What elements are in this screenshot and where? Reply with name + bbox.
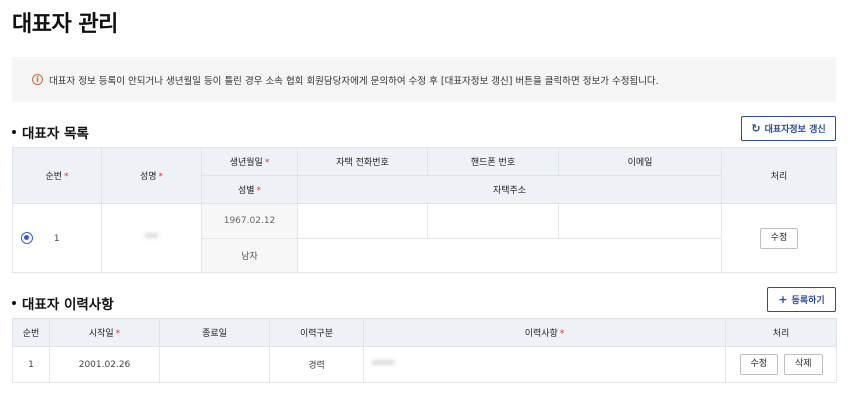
row-address [297,238,722,273]
col-address: 자택주소 [297,175,722,204]
hist-col-history: 이력사항 * [363,318,726,347]
page-title: 대표자 관리 [12,12,118,37]
col-birth: 생년월일 * [201,147,298,176]
rep-list-title: 대표자 목록 [12,122,89,142]
hist-col-type: 이력구분 [269,318,364,347]
row-gender: 남자 [201,238,298,273]
hist-row-action: 수정 삭제 [725,346,837,383]
row-action: 수정 [721,203,837,273]
col-mobile: 핸드폰 번호 [427,147,559,176]
bullet-icon [12,301,16,305]
bullet-icon [12,130,16,134]
hist-col-seq: 순번 [12,318,50,347]
hist-delete-button[interactable]: 삭제 [783,354,823,375]
rep-list-table: 순번 * 성명 * 생년월일 * 자택 전화번호 핸드폰 번호 이메일 처리 성별 * … [12,147,837,273]
col-gender: 성별 * [201,175,298,204]
row-home-phone [297,203,428,239]
rep-history-title: 대표자 이력사항 [12,293,114,313]
row-mobile [427,203,559,239]
refresh-button-label: 대표자정보 갱신 [764,125,826,135]
table-row[interactable]: 1 *** 1967.02.12 수정 [12,203,837,273]
col-action: 처리 [721,147,837,204]
hist-row-start: 2001.02.26 [49,346,160,383]
table-row[interactable]: 1 2001.02.26 경력 ***** 수정 삭제 [12,346,837,383]
hist-row-end [159,346,270,383]
refresh-rep-info-button[interactable]: ↻ 대표자정보 갱신 [741,116,836,141]
rep-list-title-text: 대표자 목록 [22,126,89,142]
col-email: 이메일 [558,147,722,176]
row-seq: 1 [53,233,60,244]
col-name: 성명 * [101,147,202,204]
info-icon: i [32,74,43,85]
row-select-radio[interactable] [21,232,33,244]
rep-history-table: 순번 시작일 * 종료일 이력구분 이력사항 * 처리 1 2001.02.26 경… [12,318,837,383]
row-seq-cell: 1 [12,203,102,273]
hist-col-end: 종료일 [159,318,270,347]
row-name: *** [101,203,202,273]
row-email [558,203,722,239]
plus-icon: + [778,293,788,306]
hist-row-history: ***** [363,346,726,383]
register-history-button[interactable]: + 등록하기 [767,287,836,312]
hist-row-seq: 1 [12,346,50,383]
col-seq: 순번 * [12,147,102,204]
register-button-label: 등록하기 [791,296,825,306]
hist-edit-button[interactable]: 수정 [739,354,779,375]
col-home-phone: 자택 전화번호 [297,147,428,176]
refresh-icon: ↻ [751,122,761,135]
hist-col-action: 처리 [725,318,837,347]
hist-row-type: 경력 [269,346,364,383]
row-birth: 1967.02.12 [201,203,298,239]
hist-col-start: 시작일 * [49,318,160,347]
rep-edit-button[interactable]: 수정 [759,227,799,249]
notice-text: 대표자 정보 등록이 안되거나 생년월일 등이 틀린 경우 소속 협회 회원담당… [49,75,659,87]
rep-history-title-text: 대표자 이력사항 [22,297,114,313]
notice-box: i 대표자 정보 등록이 안되거나 생년월일 등이 틀린 경우 소속 협회 회원… [12,57,836,102]
